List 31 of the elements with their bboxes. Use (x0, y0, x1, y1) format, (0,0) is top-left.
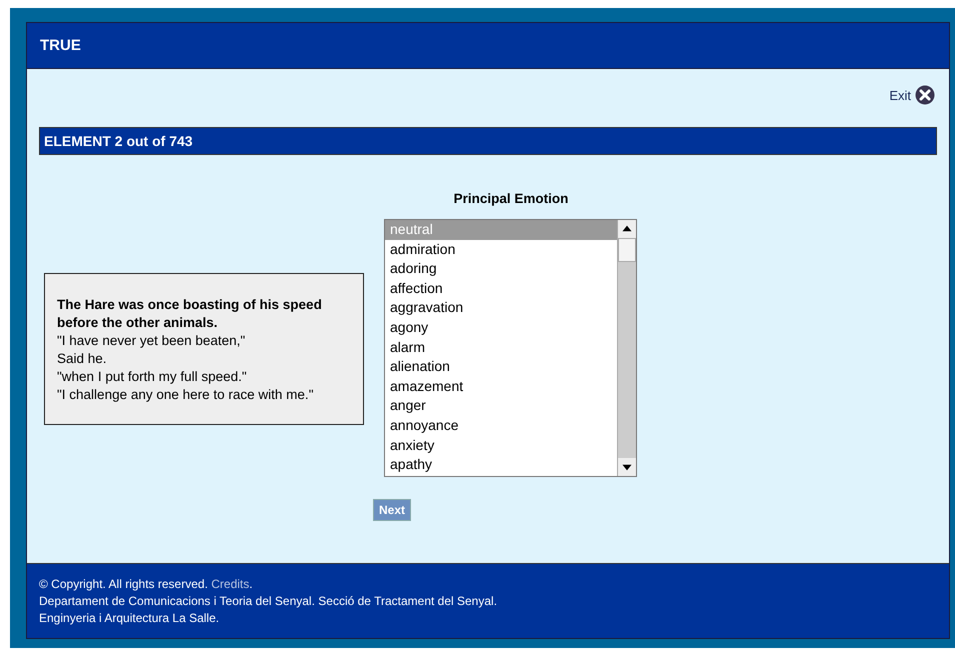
emotion-listbox[interactable]: neutral admiration adoring affection aggravation agony alarm alienation amazement anger annoyance anxiety apathy (384, 219, 637, 477)
story-line: "when I put forth my full speed." (57, 368, 248, 386)
list-option[interactable]: annoyance (385, 416, 617, 436)
list-option[interactable]: anxiety (385, 436, 617, 456)
list-option[interactable]: aggravation (385, 298, 617, 318)
exit-link[interactable]: Exit (889, 88, 911, 102)
list-option[interactable]: adoring (385, 259, 617, 279)
close-icon[interactable] (915, 85, 935, 105)
list-option[interactable]: agony (385, 318, 617, 338)
page-title: TRUE (40, 37, 81, 54)
credits-link[interactable]: Credits (211, 577, 250, 591)
list-option[interactable]: alienation (385, 357, 617, 377)
list-option[interactable]: alarm (385, 338, 617, 358)
footer-text: Departament de Comunicacions i Teoria del Senyal. Secció de Tractament del Senyal. (39, 593, 498, 610)
element-counter-text: ELEMENT 2 out of 743 (44, 133, 193, 149)
list-option[interactable]: anger (385, 396, 617, 416)
story-line: Said he. (57, 350, 108, 368)
story-line: "I challenge any one here to race with me." (57, 386, 314, 404)
story-line: "I have never yet been beaten," (57, 332, 246, 350)
scrollbar[interactable] (617, 220, 636, 476)
footer-text: Enginyeria i Arquitectura La Salle. (39, 610, 220, 627)
list-option[interactable]: admiration (385, 240, 617, 260)
story-heading: The Hare was once boasting of his speed before the other animals. (57, 296, 323, 332)
scroll-thumb[interactable] (618, 238, 636, 262)
list-label: Principal Emotion (452, 191, 570, 208)
list-option[interactable]: affection (385, 278, 617, 298)
scroll-down-icon[interactable] (618, 458, 636, 476)
list-option[interactable]: apathy (385, 455, 617, 475)
scroll-up-icon[interactable] (618, 220, 636, 238)
list-option[interactable]: amazement (385, 376, 617, 396)
copyright-text: © Copyright. All rights reserved. Credits. (39, 576, 254, 593)
